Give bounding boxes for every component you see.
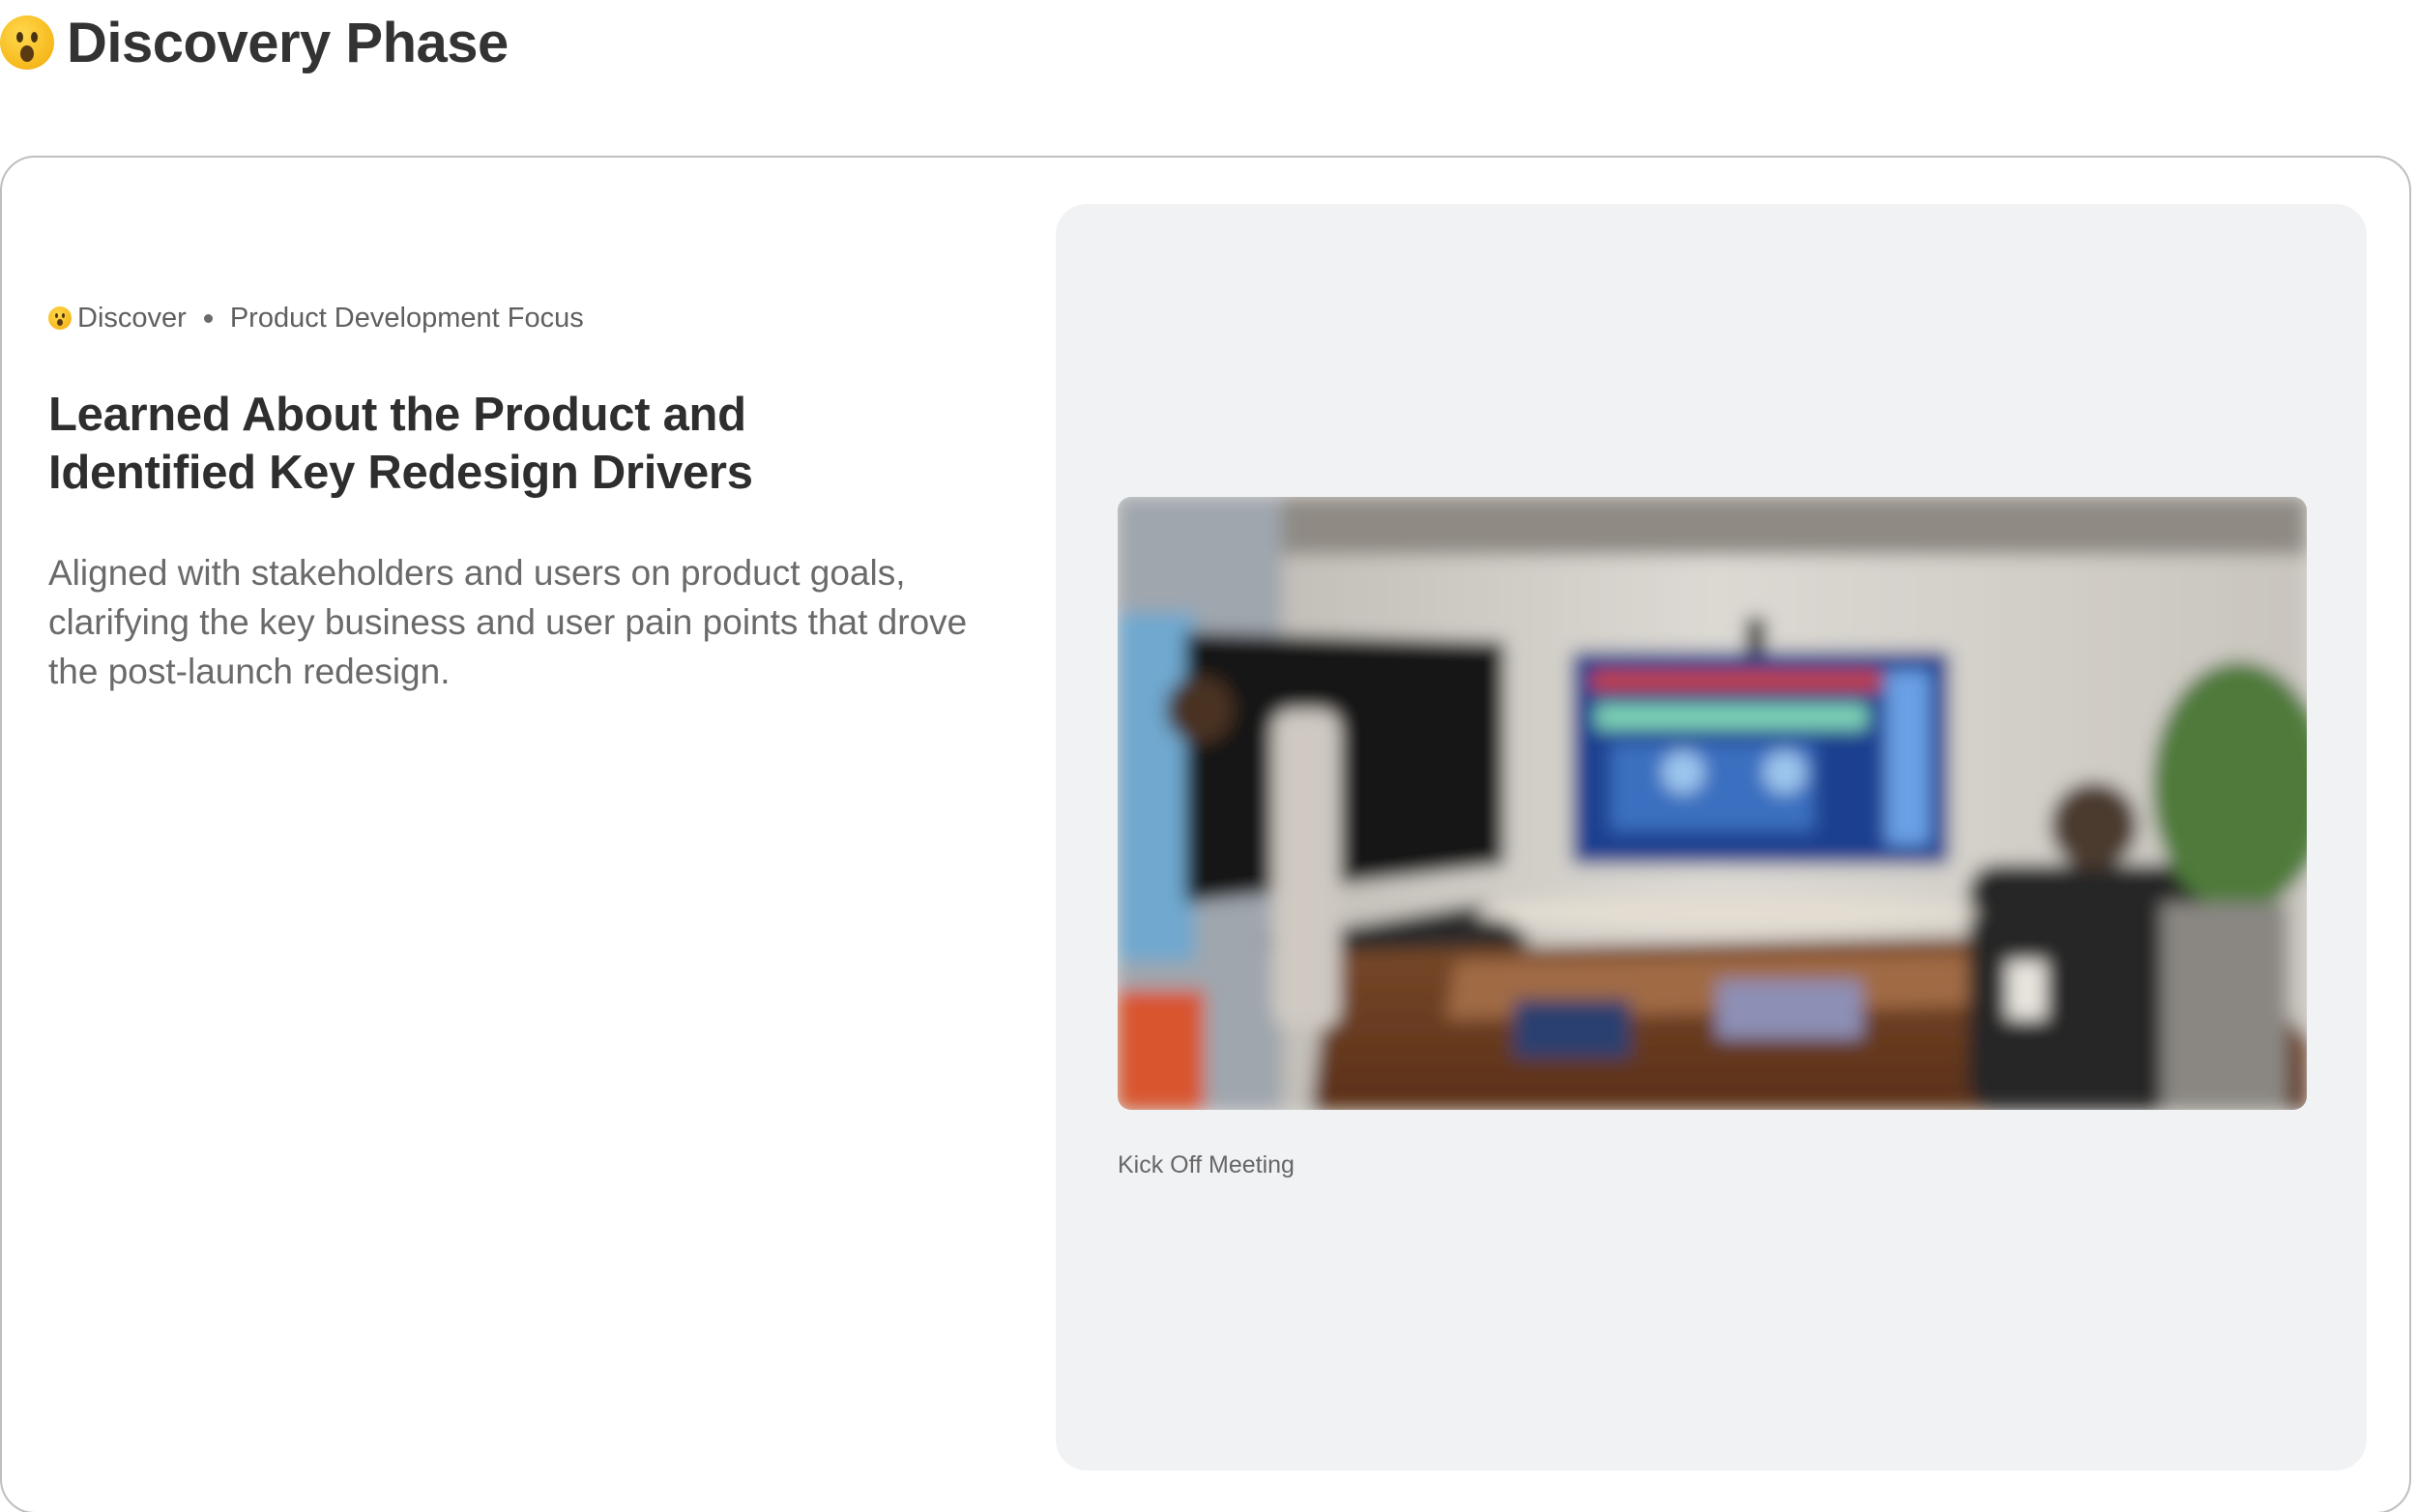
phase-tag: Discover: [77, 302, 187, 334]
card-text-column: Discover Product Development Focus Learn…: [48, 299, 976, 696]
astonished-face-icon: [48, 306, 72, 330]
photo-caption: Kick Off Meeting: [1118, 1151, 1295, 1178]
separator-dot: [203, 313, 213, 323]
meeting-photo-illustration: [1118, 497, 2307, 1110]
phase-card: Discover Product Development Focus Learn…: [0, 156, 2411, 1512]
card-meta: Discover Product Development Focus: [48, 299, 976, 337]
meeting-photo: [1118, 497, 2307, 1110]
card-heading: Learned About the Product and Identified…: [48, 389, 753, 499]
page: Discovery Phase Discover Product Develop…: [0, 0, 2417, 1512]
page-header: Discovery Phase: [0, 4, 509, 81]
astonished-face-icon: [0, 15, 54, 70]
page-title: Discovery Phase: [67, 11, 509, 74]
focus-label: Product Development Focus: [229, 302, 584, 334]
media-panel: Kick Off Meeting: [1056, 204, 2367, 1470]
card-description: Aligned with stakeholders and users on p…: [48, 553, 968, 691]
